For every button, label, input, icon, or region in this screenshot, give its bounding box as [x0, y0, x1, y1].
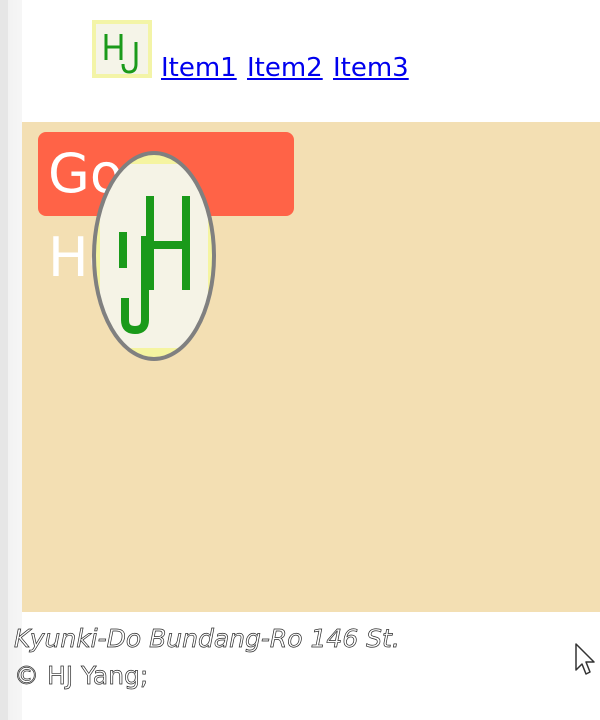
browser-left-gutter — [0, 0, 22, 720]
nav-item-3[interactable]: Item3 — [333, 53, 409, 83]
footer-copyright: © HJ Yang; — [14, 661, 149, 691]
hj-logo-icon — [96, 24, 148, 74]
nav-item-2[interactable]: Item2 — [247, 53, 323, 83]
nav-item-1[interactable]: Item1 — [161, 53, 237, 83]
mouse-cursor-icon — [575, 643, 595, 675]
header-logo[interactable] — [92, 20, 152, 78]
top-nav: Item1 Item2 Item3 — [161, 50, 411, 86]
hj-large-logo-icon — [92, 151, 216, 361]
footer-address: Kyunki-Do Bundang-Ro 146 St. — [14, 624, 401, 654]
main-logo[interactable] — [91, 150, 217, 362]
